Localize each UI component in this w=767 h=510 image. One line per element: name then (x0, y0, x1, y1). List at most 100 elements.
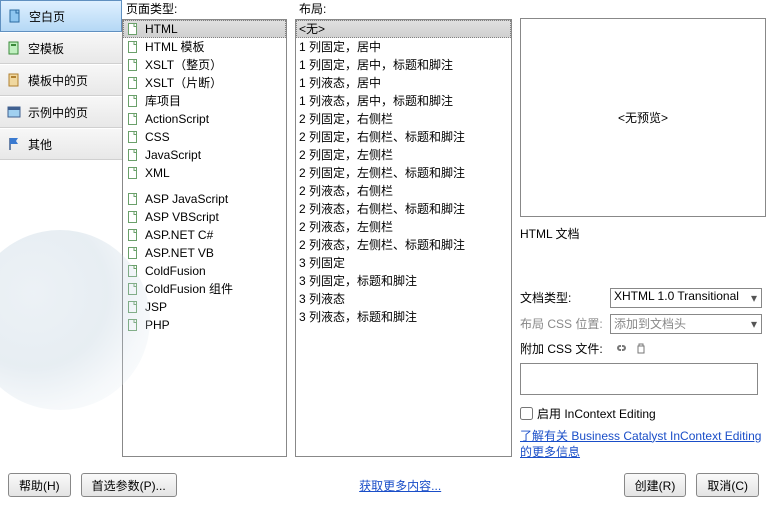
template-blank-icon (6, 40, 22, 56)
doctype-select[interactable]: XHTML 1.0 Transitional (610, 288, 762, 308)
layout-item[interactable]: 1 列固定，居中，标题和脚注 (296, 56, 511, 74)
nav-item-label: 示例中的页 (28, 104, 88, 121)
file-icon (126, 282, 140, 296)
page-type-item[interactable]: ActionScript (123, 110, 286, 128)
csspos-value: 添加到文档头 (614, 317, 686, 331)
layout-item[interactable]: 1 列液态，居中 (296, 74, 511, 92)
page-type-item[interactable]: ASP JavaScript (123, 190, 286, 208)
incontext-info-link[interactable]: 了解有关 Business Catalyst InContext Editing… (520, 428, 766, 460)
nav-item-blank-template[interactable]: 空模板 (0, 32, 122, 64)
incontext-checkbox[interactable] (520, 407, 533, 420)
nav-item-blank-page[interactable]: 空白页 (0, 0, 122, 32)
nav-item-sample-page[interactable]: 示例中的页 (0, 96, 122, 128)
page-type-item[interactable]: ColdFusion 组件 (123, 280, 286, 298)
layout-item-label: 3 列固定 (299, 254, 345, 272)
file-icon (126, 94, 140, 108)
layout-item[interactable]: 2 列液态，左侧栏 (296, 218, 511, 236)
page-type-item[interactable]: 库项目 (123, 92, 286, 110)
cancel-button[interactable]: 取消(C) (696, 473, 759, 497)
layout-item-label: 1 列固定，居中 (299, 38, 381, 56)
layout-item[interactable]: 3 列固定 (296, 254, 511, 272)
nav-item-label: 空白页 (29, 8, 65, 25)
prefs-button[interactable]: 首选参数(P)... (81, 473, 177, 497)
layout-item[interactable]: 2 列固定，右侧栏、标题和脚注 (296, 128, 511, 146)
page-type-item-label: HTML (145, 20, 178, 38)
create-button[interactable]: 创建(R) (624, 473, 687, 497)
layout-item[interactable]: <无> (296, 20, 511, 38)
csspos-label: 布局 CSS 位置: (520, 315, 606, 332)
settings-block: 文档类型: XHTML 1.0 Transitional 布局 CSS 位置: … (520, 288, 766, 460)
right-panel: <无预览> HTML 文档 文档类型: XHTML 1.0 Transition… (520, 0, 766, 460)
page-type-item-label: CSS (145, 128, 170, 146)
layout-item-label: 1 列固定，居中，标题和脚注 (299, 56, 453, 74)
layout-item-label: 2 列固定，右侧栏 (299, 110, 393, 128)
layout-item[interactable]: 3 列液态，标题和脚注 (296, 308, 511, 326)
page-blank-icon (7, 8, 23, 24)
link-icon[interactable] (614, 341, 628, 355)
preview-box: <无预览> (520, 18, 766, 217)
layout-list[interactable]: <无>1 列固定，居中1 列固定，居中，标题和脚注1 列液态，居中1 列液态，居… (295, 19, 512, 457)
page-type-item[interactable]: PHP (123, 316, 286, 334)
layout-header: 布局: (295, 0, 512, 19)
incontext-label: 启用 InContext Editing (537, 405, 656, 422)
doctype-label: 文档类型: (520, 289, 606, 306)
page-type-item-label: XSLT（片断） (145, 74, 222, 92)
layout-item[interactable]: 2 列液态，左侧栏、标题和脚注 (296, 236, 511, 254)
page-type-item[interactable]: XML (123, 164, 286, 182)
page-from-template-icon (6, 72, 22, 88)
layout-item[interactable]: 2 列固定，左侧栏、标题和脚注 (296, 164, 511, 182)
layout-item-label: 2 列固定，左侧栏、标题和脚注 (299, 164, 465, 182)
file-icon (126, 210, 140, 224)
nav-item-label: 模板中的页 (28, 72, 88, 89)
page-type-item[interactable]: CSS (123, 128, 286, 146)
file-icon (126, 166, 140, 180)
page-type-item[interactable]: HTML 模板 (123, 38, 286, 56)
layout-item[interactable]: 2 列液态，右侧栏、标题和脚注 (296, 200, 511, 218)
delete-icon[interactable] (634, 341, 648, 355)
layout-item[interactable]: 2 列液态，右侧栏 (296, 182, 511, 200)
nav-item-label: 其他 (28, 136, 52, 153)
page-type-item[interactable]: ASP.NET VB (123, 244, 286, 262)
layout-item[interactable]: 3 列固定，标题和脚注 (296, 272, 511, 290)
page-type-item[interactable]: ColdFusion (123, 262, 286, 280)
layout-panel: 布局: <无>1 列固定，居中1 列固定，居中，标题和脚注1 列液态，居中1 列… (295, 0, 512, 460)
layout-item-label: 1 列液态，居中，标题和脚注 (299, 92, 453, 110)
doctype-value: XHTML 1.0 Transitional (614, 289, 739, 303)
preview-text: <无预览> (618, 109, 668, 126)
preview-description: HTML 文档 (520, 225, 766, 242)
page-type-header: 页面类型: (122, 0, 287, 19)
page-type-item[interactable]: ASP.NET C# (123, 226, 286, 244)
help-button[interactable]: 帮助(H) (8, 473, 71, 497)
page-type-item[interactable]: ASP VBScript (123, 208, 286, 226)
page-type-item[interactable]: HTML (123, 20, 286, 38)
page-type-item[interactable]: XSLT（整页） (123, 56, 286, 74)
layout-item-label: 2 列固定，左侧栏 (299, 146, 393, 164)
layout-item-label: 2 列液态，左侧栏、标题和脚注 (299, 236, 465, 254)
page-type-item-label: XML (145, 164, 170, 182)
page-type-item[interactable]: JSP (123, 298, 286, 316)
page-type-item-label: ASP JavaScript (145, 190, 228, 208)
nav-item-other[interactable]: 其他 (0, 128, 122, 160)
layout-item[interactable]: 2 列固定，左侧栏 (296, 146, 511, 164)
layout-item-label: 3 列固定，标题和脚注 (299, 272, 417, 290)
page-type-item[interactable]: JavaScript (123, 146, 286, 164)
layout-item-label: 2 列液态，左侧栏 (299, 218, 393, 236)
nav-item-page-from-template[interactable]: 模板中的页 (0, 64, 122, 96)
page-type-item-label: JavaScript (145, 146, 201, 164)
page-type-item-label: JSP (145, 298, 167, 316)
layout-item[interactable]: 2 列固定，右侧栏 (296, 110, 511, 128)
page-type-item[interactable]: XSLT（片断） (123, 74, 286, 92)
file-icon (126, 112, 140, 126)
page-type-item-label: ASP.NET VB (145, 244, 214, 262)
layout-item[interactable]: 3 列液态 (296, 290, 511, 308)
attach-css-box[interactable] (520, 363, 758, 395)
layout-item[interactable]: 1 列液态，居中，标题和脚注 (296, 92, 511, 110)
bottom-bar: 帮助(H) 首选参数(P)... 获取更多内容... 创建(R) 取消(C) (0, 468, 767, 502)
layout-item-label: 2 列液态，右侧栏、标题和脚注 (299, 200, 465, 218)
page-type-item-label: XSLT（整页） (145, 56, 222, 74)
layout-item[interactable]: 1 列固定，居中 (296, 38, 511, 56)
get-more-link[interactable]: 获取更多内容... (359, 479, 441, 493)
page-type-item-label: HTML 模板 (145, 38, 205, 56)
layout-item-label: 1 列液态，居中 (299, 74, 381, 92)
page-type-list[interactable]: HTMLHTML 模板XSLT（整页）XSLT（片断）库项目ActionScri… (122, 19, 287, 457)
